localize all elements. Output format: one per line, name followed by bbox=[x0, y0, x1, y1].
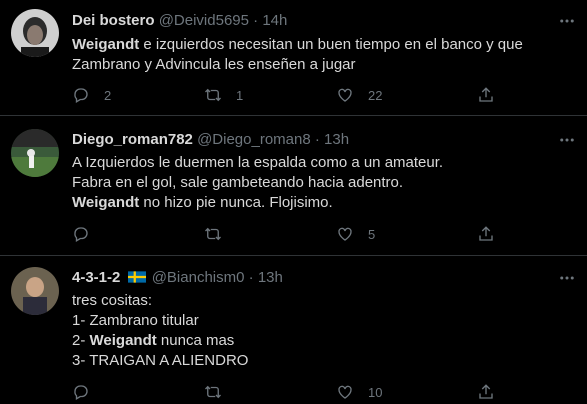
reply-icon bbox=[74, 88, 88, 103]
share-icon bbox=[479, 384, 493, 399]
more-icon[interactable] bbox=[558, 12, 576, 30]
avatar[interactable] bbox=[11, 129, 59, 177]
retweet-icon bbox=[205, 385, 221, 399]
author-name[interactable]: Dei bostero bbox=[72, 12, 155, 29]
more-icon[interactable] bbox=[558, 131, 576, 149]
avatar[interactable] bbox=[11, 267, 59, 315]
share-icon bbox=[479, 87, 493, 102]
separator-dot: · bbox=[314, 131, 320, 148]
author-name[interactable]: 4-3-1-2 bbox=[72, 269, 120, 286]
timestamp[interactable]: 14h bbox=[262, 12, 287, 29]
like-button[interactable]: 10 bbox=[336, 382, 382, 402]
mention-weigandt: Weigandt bbox=[72, 194, 140, 211]
more-icon[interactable] bbox=[558, 269, 576, 287]
reply-button[interactable] bbox=[72, 224, 90, 244]
share-button[interactable] bbox=[477, 224, 495, 244]
author-name[interactable]: Diego_roman782 bbox=[72, 131, 193, 148]
reply-icon bbox=[74, 385, 88, 400]
retweet-count: 1 bbox=[236, 87, 244, 103]
reply-count: 2 bbox=[104, 87, 112, 103]
sweden-flag-icon bbox=[127, 271, 146, 283]
retweet-button[interactable] bbox=[204, 382, 222, 402]
timestamp[interactable]: 13h bbox=[258, 269, 283, 286]
like-icon bbox=[338, 385, 352, 399]
reply-icon bbox=[74, 227, 88, 242]
share-button[interactable] bbox=[477, 85, 495, 105]
separator-dot: · bbox=[253, 12, 259, 29]
tweet[interactable]: Dei bostero @Deivid5695 · 14h Weigandt e… bbox=[0, 0, 587, 116]
mention-weigandt: Weigandt bbox=[89, 332, 157, 349]
author-handle[interactable]: @Deivid5695 bbox=[159, 12, 249, 29]
tweet-text: tres cositas: 1- Zambrano titular 2- Wei… bbox=[72, 292, 249, 369]
tweet[interactable]: Diego_roman782 @Diego_roman8 · 13h A Izq… bbox=[0, 116, 587, 256]
like-icon bbox=[338, 88, 352, 102]
reply-button[interactable] bbox=[72, 382, 90, 402]
share-button[interactable] bbox=[477, 382, 495, 402]
tweet-text: A Izquierdos le duermen la espalda como … bbox=[72, 154, 444, 211]
separator-dot: · bbox=[248, 269, 254, 286]
like-count: 10 bbox=[368, 384, 383, 400]
mention-weigandt: Weigandt bbox=[72, 36, 140, 53]
reply-button[interactable]: 2 bbox=[72, 85, 111, 105]
retweet-icon bbox=[205, 227, 221, 241]
tweet-text: Weigandt e izquierdos necesitan un buen … bbox=[72, 36, 523, 73]
like-count: 22 bbox=[368, 87, 383, 103]
like-button[interactable]: 5 bbox=[336, 224, 375, 244]
retweet-button[interactable] bbox=[204, 224, 222, 244]
tweet[interactable]: 4-3-1-2 @Bianchism0 · 13h tres cositas: … bbox=[0, 256, 587, 404]
timestamp[interactable]: 13h bbox=[324, 131, 349, 148]
avatar[interactable] bbox=[11, 9, 59, 57]
like-count: 5 bbox=[368, 226, 376, 242]
retweet-icon bbox=[205, 88, 221, 102]
author-handle[interactable]: @Bianchism0 bbox=[152, 269, 245, 286]
retweet-button[interactable]: 1 bbox=[204, 85, 243, 105]
like-button[interactable]: 22 bbox=[336, 85, 382, 105]
like-icon bbox=[338, 227, 352, 241]
author-handle[interactable]: @Diego_roman8 bbox=[197, 131, 311, 148]
share-icon bbox=[479, 226, 493, 241]
